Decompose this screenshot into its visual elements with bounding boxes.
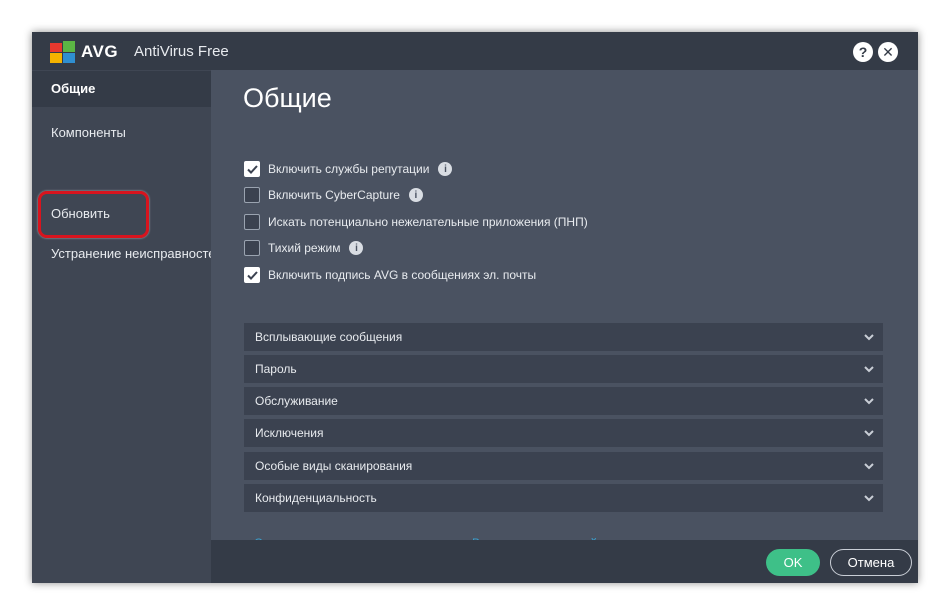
page-title: Общие [243, 83, 332, 113]
section-label: Исключения [255, 426, 324, 440]
section-label: Всплывающие сообщения [255, 330, 403, 344]
checkbox-reputation[interactable] [244, 161, 260, 177]
app-title: AntiVirus Free [134, 43, 229, 60]
checkbox-silent-mode[interactable] [244, 240, 260, 256]
option-silent-mode[interactable]: Тихий режим i [244, 239, 364, 257]
section-exclusions[interactable]: Исключения [244, 419, 883, 447]
sidebar-item-general[interactable]: Общие [32, 71, 211, 107]
sidebar: Общие Компоненты Обновить Устранение неи… [32, 70, 223, 583]
option-label: Включить подпись AVG в сообщениях эл. по… [268, 268, 537, 282]
option-pup[interactable]: Искать потенциально нежелательные прилож… [244, 213, 588, 231]
section-maintenance[interactable]: Обслуживание [244, 387, 883, 415]
checkbox-pup[interactable] [244, 214, 260, 230]
footer-bar: OK Отмена [211, 540, 918, 583]
info-icon[interactable]: i [349, 241, 364, 255]
section-label: Пароль [255, 362, 297, 376]
chevron-down-icon [864, 398, 874, 405]
info-icon[interactable]: i [408, 188, 423, 202]
section-special-scans[interactable]: Особые виды сканирования [244, 452, 883, 480]
brand-name: AVG [81, 42, 119, 61]
checkbox-cybercapture[interactable] [244, 187, 260, 203]
title-bar: AVG AntiVirus Free ? ✕ [32, 32, 918, 70]
section-privacy[interactable]: Конфиденциальность [244, 484, 883, 512]
check-icon [246, 270, 258, 280]
option-label: Искать потенциально нежелательные прилож… [268, 215, 588, 229]
help-button[interactable]: ? [853, 42, 873, 62]
sidebar-item-components[interactable]: Компоненты [32, 115, 211, 151]
option-label: Тихий режим [268, 241, 341, 255]
option-label: Включить CyberCapture [268, 188, 400, 202]
settings-window: AVG AntiVirus Free ? ✕ Общие Компоненты … [32, 32, 918, 583]
cancel-button[interactable]: Отмена [830, 549, 912, 576]
avg-logo-icon [50, 41, 75, 63]
info-icon[interactable]: i [438, 162, 453, 176]
option-reputation[interactable]: Включить службы репутации i [244, 160, 453, 178]
chevron-down-icon [864, 463, 874, 470]
check-icon [246, 164, 258, 174]
close-button[interactable]: ✕ [878, 42, 898, 62]
section-label: Обслуживание [255, 394, 338, 408]
section-label: Конфиденциальность [255, 491, 377, 505]
option-label: Включить службы репутации [268, 162, 430, 176]
option-cybercapture[interactable]: Включить CyberCapture i [244, 186, 423, 204]
section-popups[interactable]: Всплывающие сообщения [244, 323, 883, 351]
chevron-down-icon [864, 495, 874, 502]
chevron-down-icon [864, 366, 874, 373]
section-label: Особые виды сканирования [255, 459, 413, 473]
checkbox-email-signature[interactable] [244, 267, 260, 283]
chevron-down-icon [864, 334, 874, 341]
option-email-signature[interactable]: Включить подпись AVG в сообщениях эл. по… [244, 266, 536, 284]
chevron-down-icon [864, 430, 874, 437]
section-password[interactable]: Пароль [244, 355, 883, 383]
sidebar-item-troubleshooting[interactable]: Устранение неисправностей [32, 236, 232, 272]
main-panel: Общие Включить службы репутации i Включи… [211, 70, 918, 550]
ok-button[interactable]: OK [766, 549, 820, 576]
highlight-annotation [38, 191, 149, 238]
